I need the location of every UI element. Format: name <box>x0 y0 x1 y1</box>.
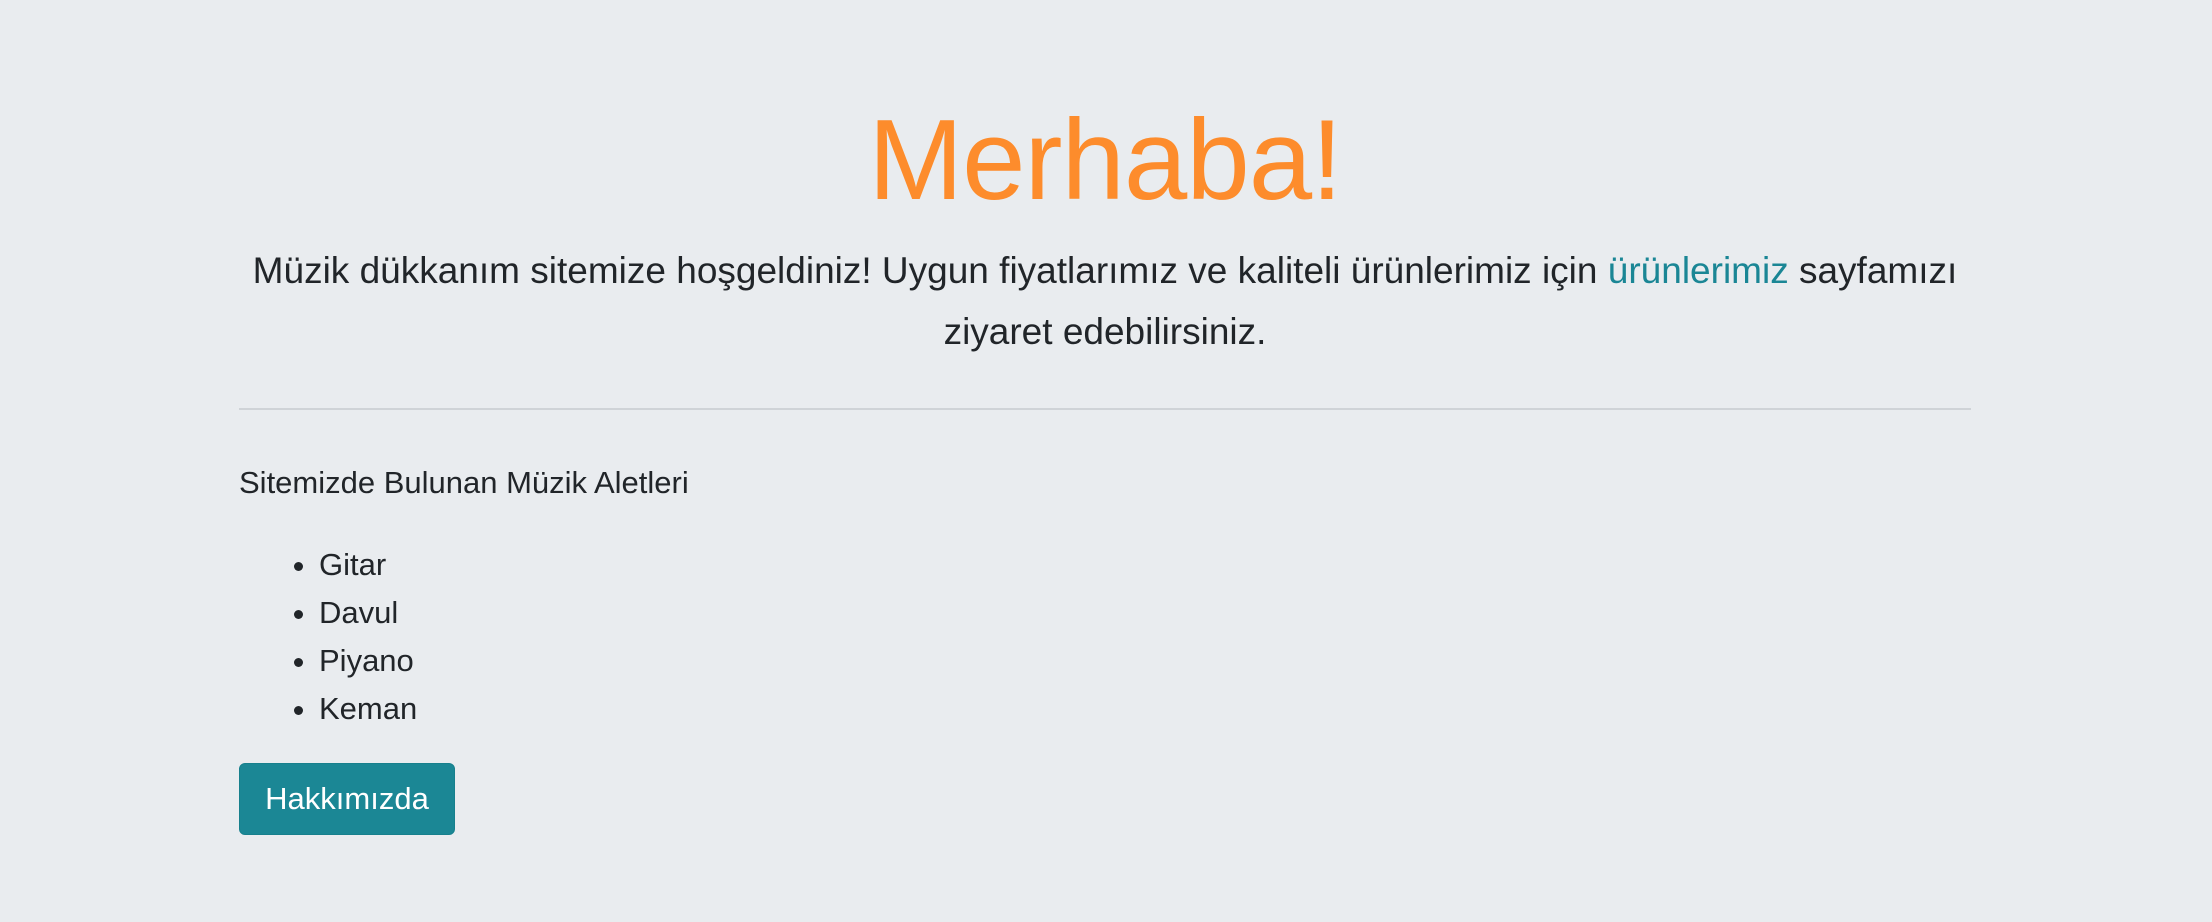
instruments-heading: Sitemizde Bulunan Müzik Aletleri <box>239 465 689 500</box>
welcome-text-intro: Müzik dükkanım sitemize hoşgeldiniz! Uyg… <box>252 250 1608 291</box>
products-link[interactable]: ürünlerimiz <box>1608 250 1789 291</box>
page-title: Merhaba! <box>868 97 1343 224</box>
list-item: Piyano <box>319 637 417 685</box>
instrument-list: Gitar Davul Piyano Keman <box>239 541 417 733</box>
welcome-text: Müzik dükkanım sitemize hoşgeldiniz! Uyg… <box>239 240 1971 362</box>
about-button[interactable]: Hakkımızda <box>239 763 455 835</box>
list-item: Keman <box>319 685 417 733</box>
list-item: Gitar <box>319 541 417 589</box>
list-item: Davul <box>319 589 417 637</box>
section-divider <box>239 408 1971 410</box>
jumbotron: Merhaba! Müzik dükkanım sitemize hoşgeld… <box>0 0 2212 922</box>
